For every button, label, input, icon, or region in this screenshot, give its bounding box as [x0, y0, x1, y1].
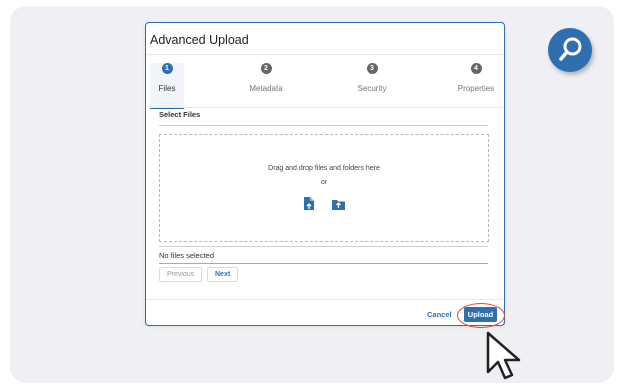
- previous-button[interactable]: Previous: [159, 267, 203, 282]
- step-metadata[interactable]: 2 Metadata: [226, 63, 306, 93]
- cursor-pointer-icon: [484, 330, 524, 387]
- dropzone-divider: [159, 246, 488, 247]
- step-label: Files: [158, 84, 176, 93]
- search-icon: [548, 28, 592, 72]
- step-number: 1: [161, 63, 173, 74]
- step-label: Security: [357, 84, 387, 93]
- file-status-divider: [159, 263, 488, 264]
- folder-upload-icon[interactable]: [332, 197, 346, 215]
- step-label: Metadata: [249, 84, 283, 93]
- file-drop-zone[interactable]: Drag and drop files and folders here or: [159, 134, 489, 242]
- footer-divider: [146, 299, 504, 300]
- upload-icon-group: [160, 197, 488, 215]
- step-number: 3: [366, 63, 378, 74]
- upload-highlight-ring: [457, 303, 505, 328]
- cancel-button[interactable]: Cancel: [427, 310, 452, 319]
- drop-or-text: or: [320, 179, 328, 186]
- file-upload-icon[interactable]: [303, 197, 314, 215]
- file-status-text: No files selected: [159, 251, 215, 260]
- step-label: Properties: [457, 84, 495, 93]
- step-properties[interactable]: 4 Properties: [436, 63, 516, 93]
- section-divider: [159, 125, 488, 126]
- stepper-divider: [150, 107, 504, 108]
- drop-instruction: Drag and drop files and folders here: [268, 165, 380, 172]
- next-button[interactable]: Next: [207, 267, 239, 282]
- advanced-upload-dialog: Advanced Upload 1 Files 2 Metadata 3 Sec…: [145, 22, 505, 326]
- step-number: 2: [260, 63, 272, 74]
- step-number: 4: [470, 63, 482, 74]
- step-security[interactable]: 3 Security: [332, 63, 412, 93]
- section-title: Select Files: [159, 110, 201, 119]
- step-files[interactable]: 1 Files: [150, 63, 184, 109]
- title-divider: [146, 54, 504, 55]
- dialog-title: Advanced Upload: [150, 33, 249, 47]
